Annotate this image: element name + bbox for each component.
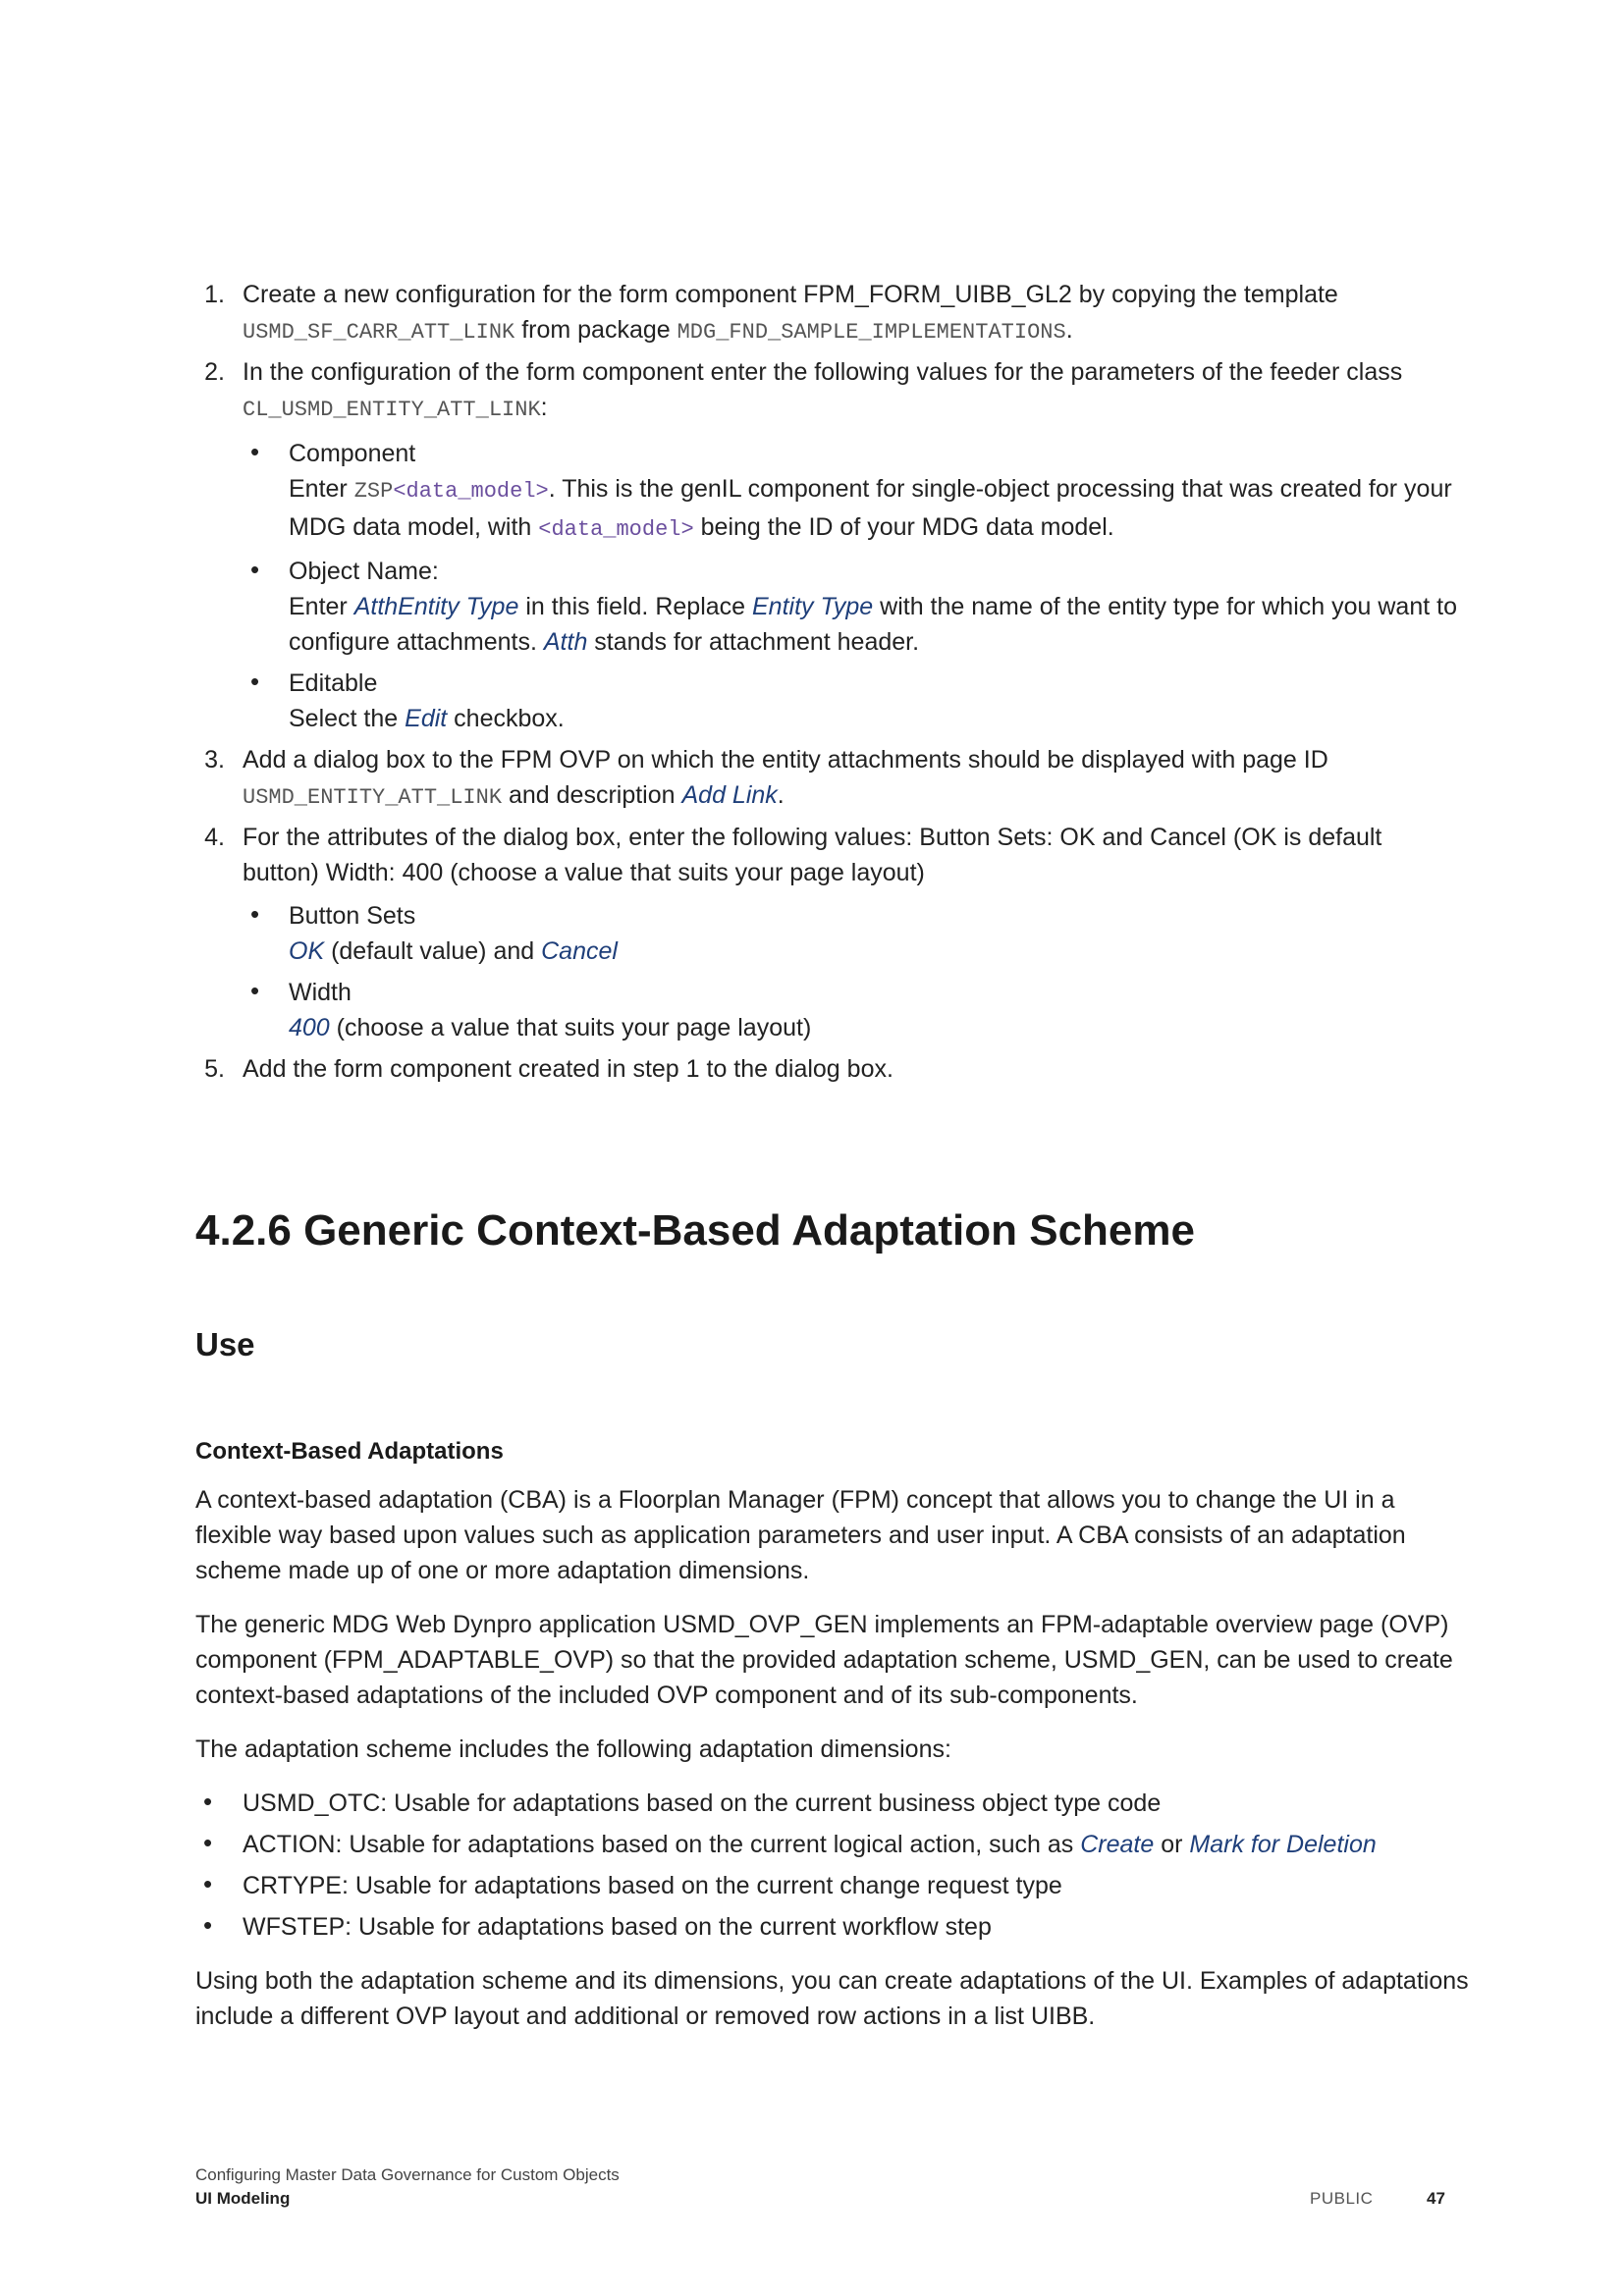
dimension-list: USMD_OTC: Usable for adaptations based o…: [195, 1784, 1472, 1945]
bullet-title: Component: [289, 440, 416, 467]
dimension-item: USMD_OTC: Usable for adaptations based o…: [195, 1784, 1472, 1821]
dimension-item: CRTYPE: Usable for adaptations based on …: [195, 1866, 1472, 1903]
dimension-item: ACTION: Usable for adaptations based on …: [195, 1825, 1472, 1862]
bullet-title: Object Name:: [289, 558, 439, 585]
step-3: 3. Add a dialog box to the FPM OVP on wh…: [195, 742, 1462, 816]
step-number: 3.: [204, 746, 225, 774]
code-package: MDG_FND_SAMPLE_IMPLEMENTATIONS: [677, 320, 1066, 345]
step-2: 2. In the configuration of the form comp…: [195, 354, 1462, 736]
bullet-button-sets: Button Sets OK (default value) and Cance…: [243, 896, 1462, 969]
code-page-id: USMD_ENTITY_ATT_LINK: [243, 785, 503, 810]
cba-section: Context-Based Adaptations A context-base…: [195, 1435, 1472, 2053]
paragraph: Using both the adaptation scheme and its…: [195, 1967, 1469, 2030]
bullet-object-name: Object Name: Enter AtthEntity Type in th…: [243, 552, 1462, 660]
bullet-editable: Editable Select the Edit checkbox.: [243, 664, 1462, 736]
bullet-title: Editable: [289, 669, 378, 697]
use-heading: Use: [195, 1326, 255, 1362]
step-number: 4.: [204, 824, 225, 851]
paragraph: A context-based adaptation (CBA) is a Fl…: [195, 1486, 1406, 1584]
bullet-width: Width 400 (choose a value that suits you…: [243, 973, 1462, 1045]
steps-list: 1. Create a new configuration for the fo…: [195, 277, 1462, 1087]
step-2-bullets: Component Enter ZSP<data_model>. This is…: [243, 434, 1462, 736]
footer-document-info: Configuring Master Data Governance for C…: [195, 2163, 620, 2211]
bullet-title: Button Sets: [289, 902, 416, 930]
bullet-title: Width: [289, 979, 352, 1006]
footer-classification: PUBLIC: [1310, 2189, 1374, 2208]
dimension-item: WFSTEP: Usable for adaptations based on …: [195, 1907, 1472, 1945]
paragraph: The generic MDG Web Dynpro application U…: [195, 1611, 1453, 1709]
procedure-steps: 1. Create a new configuration for the fo…: [195, 277, 1462, 1091]
cba-heading: Context-Based Adaptations: [195, 1438, 504, 1465]
bullet-component: Component Enter ZSP<data_model>. This is…: [243, 434, 1462, 548]
page-number: 47: [1427, 2189, 1445, 2208]
footer-doc-title: Configuring Master Data Governance for C…: [195, 2165, 620, 2184]
step-4: 4. For the attributes of the dialog box,…: [195, 820, 1462, 1045]
step-number: 2.: [204, 358, 225, 386]
step-5: 5. Add the form component created in ste…: [195, 1051, 1462, 1087]
step-1: 1. Create a new configuration for the fo…: [195, 277, 1462, 350]
step-number: 5.: [204, 1055, 225, 1083]
step-4-bullets: Button Sets OK (default value) and Cance…: [243, 896, 1462, 1045]
code-template: USMD_SF_CARR_ATT_LINK: [243, 320, 515, 345]
footer-chapter: UI Modeling: [195, 2189, 291, 2208]
paragraph: The adaptation scheme includes the follo…: [195, 1735, 951, 1763]
section-heading: 4.2.6 Generic Context-Based Adaptation S…: [195, 1206, 1195, 1255]
code-feeder-class: CL_USMD_ENTITY_ATT_LINK: [243, 398, 541, 422]
step-number: 1.: [204, 281, 225, 308]
